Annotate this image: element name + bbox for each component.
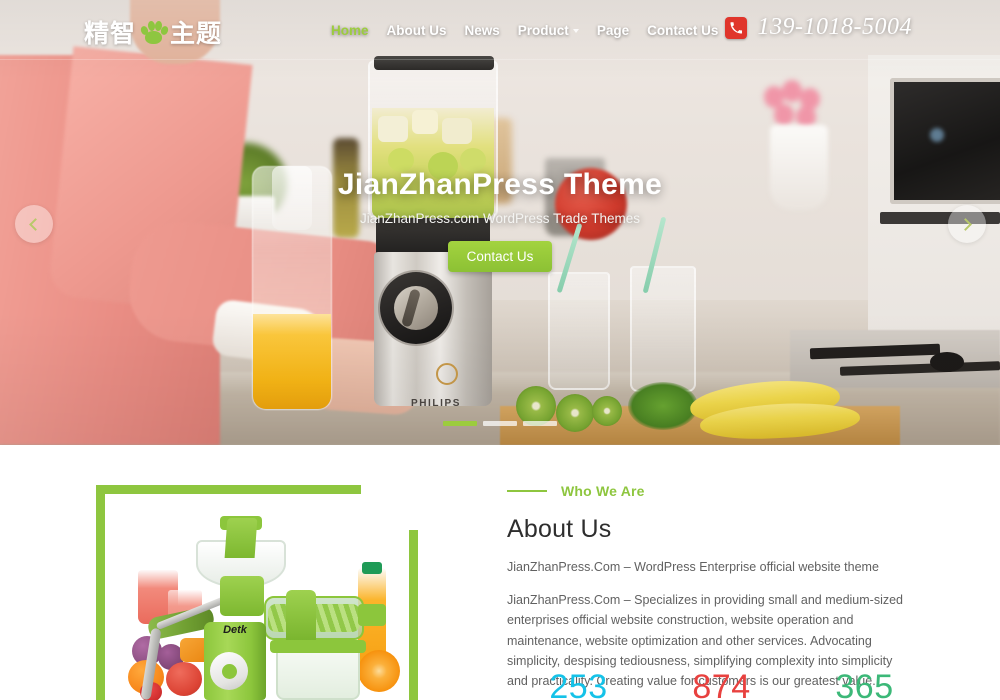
site-header: 精智 主题 Home About Us News Product Page Co… bbox=[0, 0, 1000, 60]
nav-label-page: Page bbox=[596, 22, 630, 38]
about-product-image: Detk bbox=[118, 504, 409, 700]
nav-item-news[interactable]: News bbox=[456, 23, 509, 38]
stat-item-2: 874 bbox=[650, 670, 793, 700]
page-root: PHILIPS JianZhanPress Theme JianZhanPres… bbox=[0, 0, 1000, 700]
hero-contact-us-button[interactable]: Contact Us bbox=[447, 241, 553, 272]
carousel-dot-1[interactable] bbox=[443, 421, 477, 426]
main-navigation: Home About Us News Product Page Contact … bbox=[322, 0, 727, 60]
stat-item-1: 253 bbox=[507, 670, 650, 700]
nav-label-news: News bbox=[464, 22, 500, 38]
about-section: Detk Who We Are About Us JianZhanPress.C… bbox=[0, 445, 1000, 700]
paw-print-icon bbox=[139, 20, 170, 44]
nav-item-home[interactable]: Home bbox=[322, 23, 378, 38]
site-logo[interactable]: 精智 主题 bbox=[84, 14, 222, 50]
stat-value-1: 253 bbox=[549, 668, 608, 700]
nav-label-contact-us: Contact Us bbox=[647, 22, 719, 38]
carousel-next-button[interactable] bbox=[948, 205, 986, 243]
about-heading: About Us bbox=[507, 515, 612, 543]
about-eyebrow: Who We Are bbox=[507, 483, 907, 499]
nav-label-product: Product bbox=[517, 22, 569, 38]
frame-left-bar bbox=[96, 485, 105, 700]
hero-caption: JianZhanPress Theme JianZhanPress.com Wo… bbox=[0, 168, 1000, 272]
about-lead-text: JianZhanPress.Com – WordPress Enterprise… bbox=[507, 560, 879, 574]
stat-value-3: 365 bbox=[835, 668, 894, 700]
about-text-column: Who We Are About Us JianZhanPress.Com – … bbox=[507, 483, 907, 691]
phone-icon bbox=[724, 16, 747, 39]
hero-subtitle: JianZhanPress.com WordPress Trade Themes bbox=[359, 211, 641, 226]
logo-text-before: 精智 bbox=[84, 20, 137, 48]
nav-item-page[interactable]: Page bbox=[588, 23, 638, 38]
chevron-down-icon bbox=[572, 29, 579, 33]
nav-label-about-us: About Us bbox=[386, 22, 447, 38]
nav-item-about-us[interactable]: About Us bbox=[378, 23, 456, 38]
chevron-right-icon bbox=[959, 217, 972, 231]
about-stats: 253 874 365 bbox=[507, 670, 937, 700]
frame-top-bar bbox=[96, 485, 361, 494]
carousel-dot-3[interactable] bbox=[523, 421, 557, 426]
chevron-left-icon bbox=[29, 217, 42, 231]
eyebrow-rule bbox=[507, 490, 547, 492]
nav-item-contact-us[interactable]: Contact Us bbox=[638, 23, 727, 38]
nav-label-home: Home bbox=[331, 22, 369, 38]
hero-title: JianZhanPress Theme bbox=[337, 168, 663, 201]
frame-right-bar bbox=[409, 530, 418, 700]
logo-text-after: 主题 bbox=[170, 20, 223, 48]
carousel-dot-2[interactable] bbox=[483, 421, 517, 426]
carousel-pagination[interactable] bbox=[0, 421, 1000, 426]
about-image-frame: Detk bbox=[96, 485, 426, 700]
nav-item-product[interactable]: Product bbox=[509, 23, 588, 38]
hero-slider: PHILIPS JianZhanPress Theme JianZhanPres… bbox=[0, 0, 1000, 445]
phone-number[interactable]: 139-1018-5004 bbox=[758, 14, 912, 41]
about-eyebrow-label: Who We Are bbox=[561, 483, 645, 499]
stat-value-2: 874 bbox=[692, 668, 751, 700]
header-phone[interactable]: 139-1018-5004 bbox=[724, 14, 912, 41]
stat-item-3: 365 bbox=[793, 670, 936, 700]
carousel-prev-button[interactable] bbox=[15, 205, 53, 243]
